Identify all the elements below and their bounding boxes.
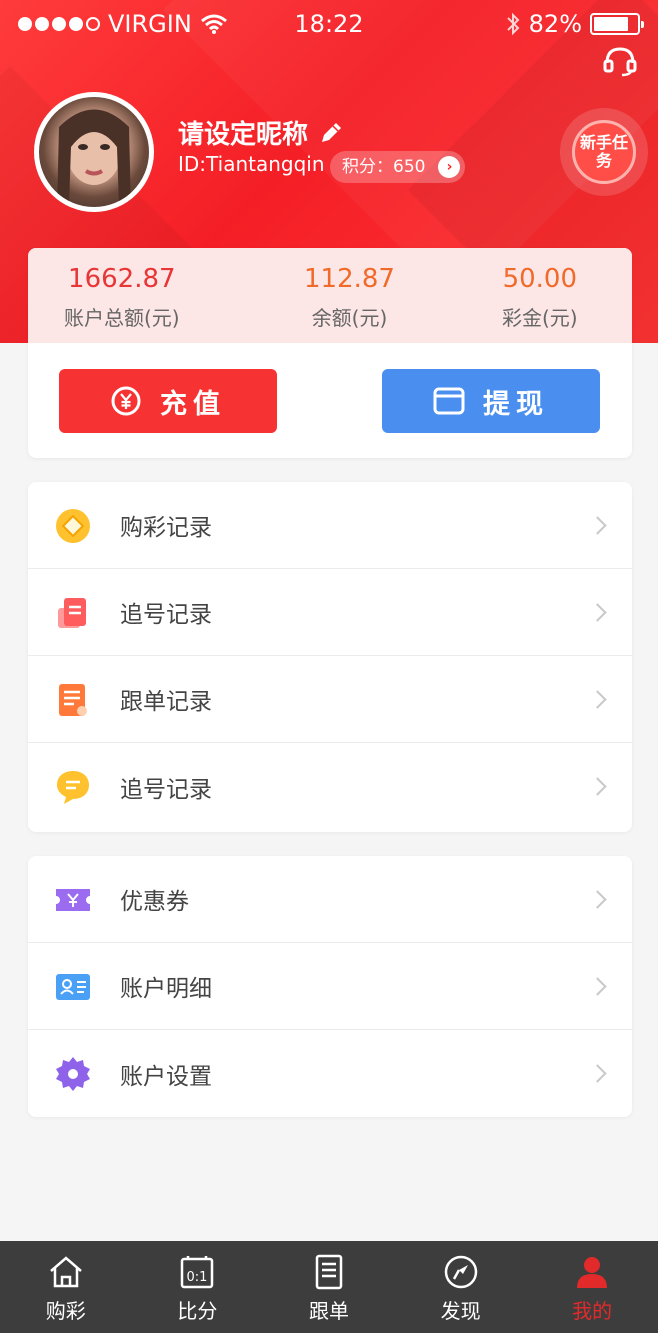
chevron-right-icon	[588, 689, 607, 709]
tab-mine[interactable]: 我的	[526, 1241, 658, 1333]
nickname-text: 请设定昵称	[178, 120, 309, 150]
chevron-right-icon: ›	[438, 156, 461, 178]
diamond-coin-icon	[56, 509, 90, 543]
nickname[interactable]: 请设定昵称	[178, 114, 344, 151]
chat-bubble-yellow-icon	[57, 771, 89, 804]
score-board-icon: 0:1	[181, 1256, 214, 1289]
account-card: 优惠券 账户明细 账户设置	[28, 856, 632, 1117]
balance-card: 1662.87 账户总额(元) 112.87 余额(元) 50.00 彩金(元)…	[28, 248, 632, 458]
user-icon	[577, 1257, 608, 1288]
tab-label: 我的	[572, 1299, 613, 1323]
chevron-right-icon	[588, 889, 607, 909]
tab-label: 发现	[440, 1299, 481, 1323]
bonus-label: 彩金(元)	[502, 306, 578, 330]
bottom-tab-bar: 购彩 0:1 比分 跟单 发现 我的	[0, 1241, 658, 1333]
home-icon	[49, 1256, 82, 1288]
points-label: 积分：	[342, 157, 393, 177]
bonus-value: 50.00	[502, 264, 578, 294]
document-red-icon	[58, 598, 86, 628]
menu-label: 账户明细	[120, 976, 212, 1002]
available-balance: 112.87 余额(元)	[304, 264, 395, 331]
tab-label: 跟单	[308, 1299, 349, 1323]
avatar[interactable]	[34, 92, 154, 212]
menu-follow-records[interactable]: 跟单记录	[28, 656, 632, 743]
tab-discover[interactable]: 发现	[395, 1241, 527, 1333]
svg-text:0:1: 0:1	[187, 1270, 208, 1285]
withdraw-button[interactable]: 提现	[382, 369, 600, 433]
records-card: 购彩记录 追号记录 跟单记录 追号记录	[28, 482, 632, 832]
tab-buy-lottery[interactable]: 购彩	[0, 1241, 132, 1333]
balance-value: 112.87	[304, 264, 395, 294]
battery-percent: 82%	[528, 10, 582, 38]
newbie-task-label: 新手任务	[572, 120, 636, 184]
tab-label: 购彩	[45, 1299, 86, 1323]
total-label: 账户总额(元)	[64, 306, 180, 330]
newbie-task-button[interactable]: 新手任务	[560, 108, 648, 196]
menu-purchase-records[interactable]: 购彩记录	[28, 482, 632, 569]
tab-label: 比分	[177, 1299, 218, 1323]
id-card-icon	[56, 974, 90, 1000]
menu-chase-records[interactable]: 追号记录	[28, 569, 632, 656]
menu-label: 跟单记录	[120, 689, 212, 715]
status-bar: VIRGIN 18:22 82%	[0, 0, 658, 50]
menu-account-settings[interactable]: 账户设置	[28, 1030, 632, 1117]
chevron-right-icon	[588, 602, 607, 622]
chevron-right-icon	[588, 777, 607, 796]
avatar-photo	[39, 97, 149, 207]
notebook-orange-icon	[59, 684, 87, 716]
settings-gear-icon	[56, 1057, 90, 1091]
recharge-label: 充值	[160, 388, 226, 420]
headset-support-icon[interactable]	[602, 45, 638, 77]
menu-label: 追号记录	[120, 602, 212, 628]
menu-chase-records-2[interactable]: 追号记录	[28, 743, 632, 830]
user-id: ID:Tiantangqin	[178, 152, 325, 176]
total-balance: 1662.87 账户总额(元)	[64, 264, 180, 331]
compass-icon	[444, 1255, 477, 1289]
list-doc-icon	[315, 1254, 343, 1290]
bluetooth-icon	[506, 12, 520, 36]
yuan-coin-icon	[111, 386, 141, 416]
coupon-icon	[56, 889, 90, 911]
points-value: 650	[393, 157, 426, 177]
total-value: 1662.87	[68, 264, 176, 294]
tab-follow[interactable]: 跟单	[263, 1241, 395, 1333]
chevron-right-icon	[588, 1064, 607, 1083]
menu-coupons[interactable]: 优惠券	[28, 856, 632, 943]
menu-label: 优惠券	[120, 889, 189, 915]
bonus-balance: 50.00 彩金(元)	[502, 264, 578, 331]
wallet-icon	[433, 387, 465, 415]
menu-label: 账户设置	[120, 1063, 212, 1090]
points-pill[interactable]: 积分：650 ›	[330, 151, 466, 183]
withdraw-label: 提现	[483, 388, 549, 420]
menu-account-details[interactable]: 账户明细	[28, 943, 632, 1030]
balance-label: 余额(元)	[311, 306, 388, 330]
recharge-button[interactable]: 充值	[59, 369, 277, 433]
battery-icon	[590, 13, 644, 35]
chevron-right-icon	[588, 976, 607, 996]
chevron-right-icon	[588, 515, 607, 535]
tab-scores[interactable]: 0:1 比分	[132, 1241, 264, 1333]
edit-pencil-icon[interactable]	[318, 120, 344, 146]
menu-label: 追号记录	[120, 776, 212, 803]
menu-label: 购彩记录	[120, 515, 212, 541]
